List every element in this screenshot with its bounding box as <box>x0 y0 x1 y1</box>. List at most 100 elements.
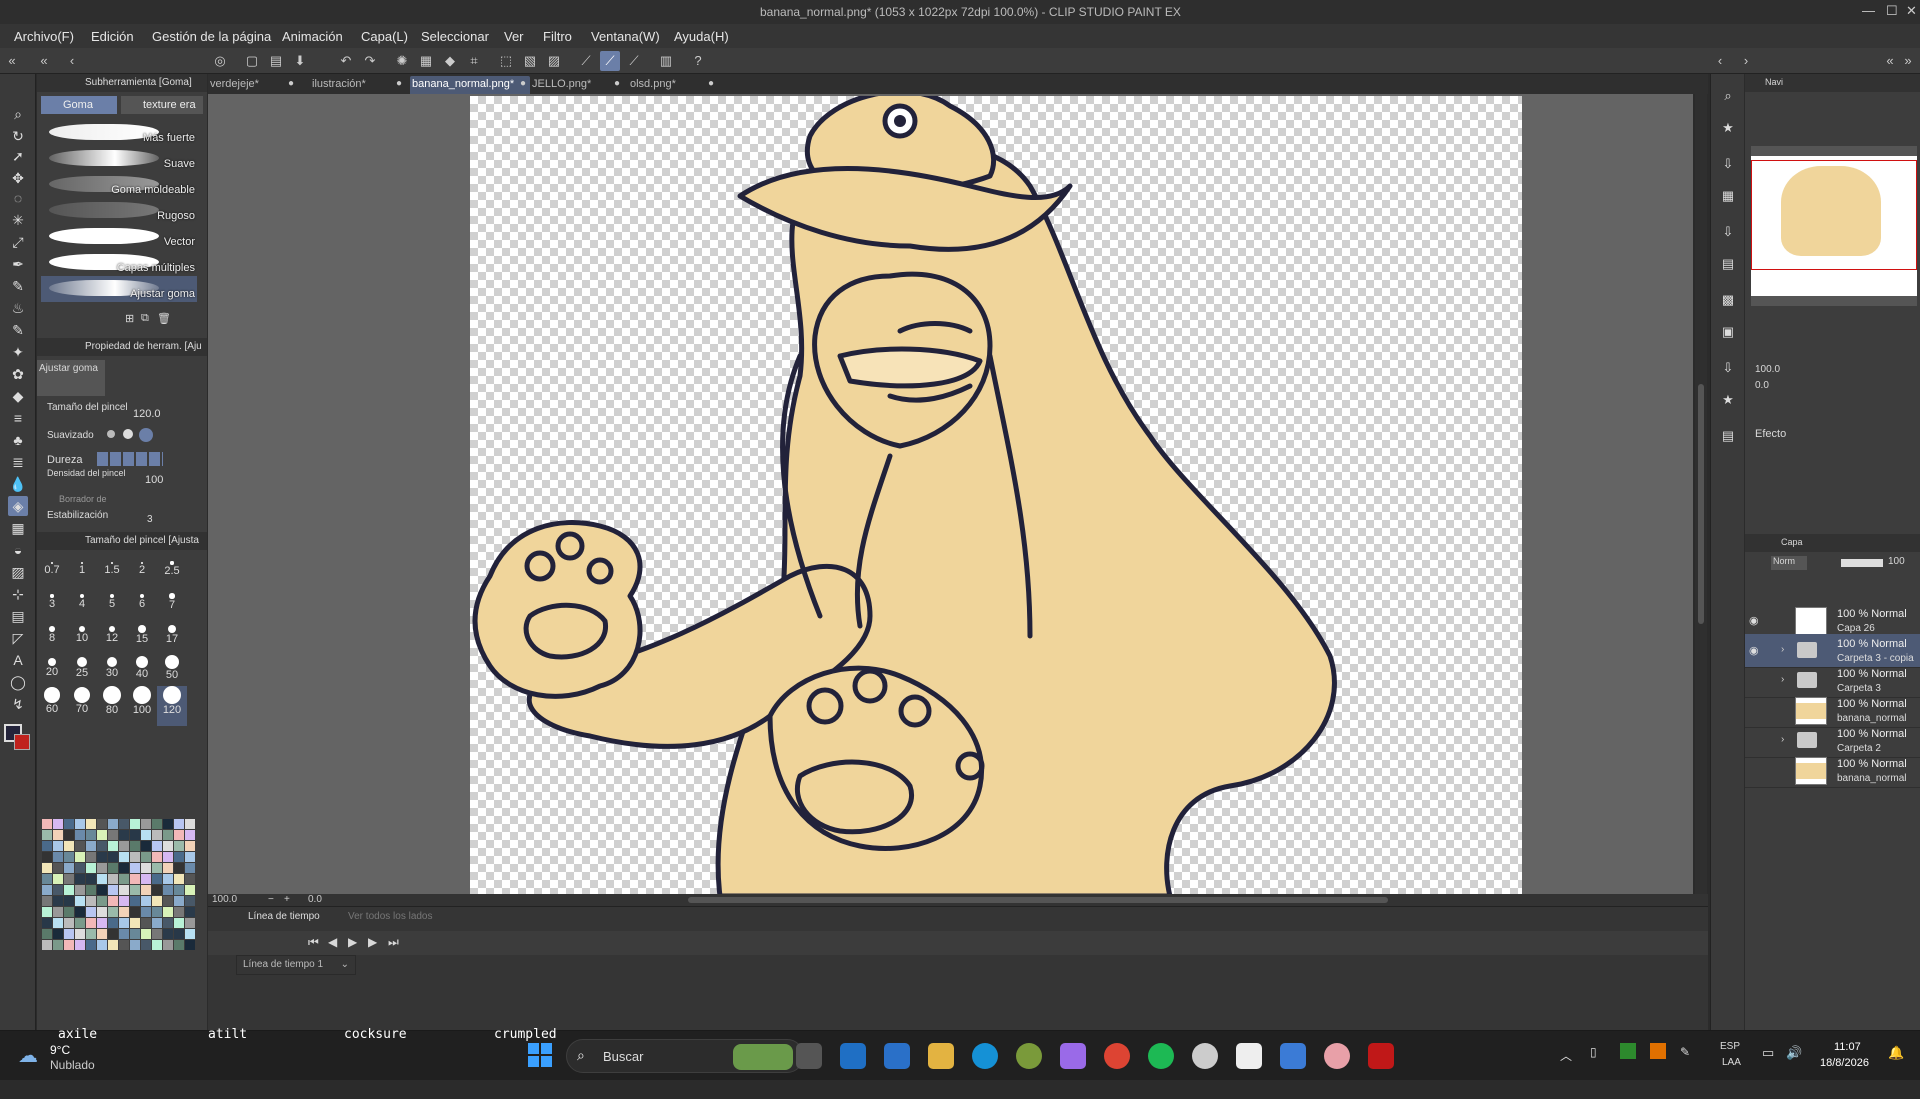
play-first-icon[interactable]: ⏮ <box>308 935 319 950</box>
weather-cloud-icon[interactable]: ☁ <box>18 1043 38 1068</box>
color-swatch[interactable] <box>141 863 151 873</box>
color-swatch[interactable] <box>141 918 151 928</box>
color-swatch[interactable] <box>163 874 173 884</box>
task-view-icon[interactable] <box>796 1043 822 1069</box>
monitor-icon[interactable]: ▭ <box>1762 1045 1774 1061</box>
color-swatch[interactable] <box>119 841 129 851</box>
material-fav-icon[interactable]: ★ <box>1718 390 1738 410</box>
color-swatch[interactable] <box>130 852 140 862</box>
color-swatch[interactable] <box>108 819 118 829</box>
decoration-tool-icon[interactable]: ✦ <box>8 342 28 362</box>
zoom-in-icon[interactable]: + <box>284 894 290 905</box>
color-swatch[interactable] <box>53 940 63 950</box>
spotify-icon[interactable] <box>1148 1043 1174 1069</box>
invert-selection-icon[interactable]: ▧ <box>520 51 540 71</box>
color-swatch[interactable] <box>97 918 107 928</box>
color-swatch[interactable] <box>163 940 173 950</box>
navigator-preview[interactable] <box>1751 146 1917 306</box>
color-swatch[interactable] <box>108 896 118 906</box>
menu-ver[interactable]: Ver <box>504 29 524 44</box>
expand-right-icon[interactable]: › <box>1736 51 1756 71</box>
color-swatch[interactable] <box>86 819 96 829</box>
clock-date[interactable]: 18/8/2026 <box>1820 1057 1869 1069</box>
color-swatch[interactable] <box>53 874 63 884</box>
correct-line-icon[interactable]: ↯ <box>8 694 28 714</box>
color-swatch[interactable] <box>185 907 195 917</box>
color-swatch[interactable] <box>42 940 52 950</box>
color-swatch[interactable] <box>130 940 140 950</box>
zoom-tool-icon[interactable]: ⌕ <box>8 104 28 124</box>
brush-tool-icon[interactable]: ♨ <box>8 298 28 318</box>
color-swatch[interactable] <box>152 896 162 906</box>
layer-visibility-icon[interactable]: ◉ <box>1749 644 1763 658</box>
color-swatch[interactable] <box>152 907 162 917</box>
color-swatch[interactable] <box>119 863 129 873</box>
opacity-value[interactable]: 100 <box>1888 556 1905 567</box>
eraser-tool-icon[interactable]: ◈ <box>8 496 28 516</box>
color-swatch[interactable] <box>152 874 162 884</box>
color-swatch[interactable] <box>119 852 129 862</box>
color-swatch[interactable] <box>141 896 151 906</box>
color-swatch[interactable] <box>53 929 63 939</box>
gradient-tool-icon[interactable]: ≡ <box>8 408 28 428</box>
save-icon[interactable]: ⬇ <box>290 51 310 71</box>
color-swatch[interactable] <box>152 852 162 862</box>
stabilization-value[interactable]: 3 <box>147 514 153 525</box>
color-swatch[interactable] <box>53 819 63 829</box>
layer-row[interactable]: › 100 % Normal Carpeta 2 <box>1745 724 1920 758</box>
snap-ruler-icon[interactable]: ⟋ <box>600 51 620 71</box>
effect-tool-icon[interactable]: ✿ <box>8 364 28 384</box>
new-file-icon[interactable]: ▢ <box>242 51 262 71</box>
tray-usb-icon[interactable]: ▯ <box>1590 1045 1597 1059</box>
material-save-icon[interactable]: ⇩ <box>1718 222 1738 242</box>
color-swatch[interactable] <box>163 885 173 895</box>
color-swatch[interactable] <box>53 863 63 873</box>
color-swatch[interactable] <box>141 830 151 840</box>
color-swatch[interactable] <box>42 852 52 862</box>
color-swatch[interactable] <box>174 929 184 939</box>
color-swatch[interactable] <box>64 852 74 862</box>
color-swatch[interactable] <box>97 863 107 873</box>
delete-subtool-icon[interactable]: 🗑 <box>157 312 171 325</box>
color-swatch[interactable] <box>119 885 129 895</box>
color-swatch[interactable] <box>42 830 52 840</box>
brush-size-option[interactable]: 70 <box>67 686 97 726</box>
brush-size-option[interactable]: 120 <box>157 686 187 726</box>
hatch-tool-icon[interactable]: ≣ <box>8 452 28 472</box>
undo-icon[interactable]: ↶ <box>336 51 356 71</box>
color-swatch[interactable] <box>108 918 118 928</box>
layer-row[interactable]: ◉ 100 % Normal Capa 26 <box>1745 604 1920 638</box>
weather-temp[interactable]: 9°C <box>50 1043 70 1057</box>
menu-seleccionar[interactable]: Seleccionar <box>421 29 489 44</box>
color-swatch[interactable] <box>130 819 140 829</box>
timeline-tab-all-sides[interactable]: Ver todos los lados <box>348 911 433 927</box>
snap-special-icon[interactable]: ⟋ <box>624 51 644 71</box>
color-swatch[interactable] <box>119 896 129 906</box>
color-swatch[interactable] <box>97 874 107 884</box>
chrome-icon[interactable] <box>1104 1043 1130 1069</box>
color-swatch[interactable] <box>64 896 74 906</box>
color-swatch[interactable] <box>185 841 195 851</box>
tab-ilustracion[interactable]: ilustración* ● <box>310 76 406 94</box>
color-swatch[interactable] <box>64 830 74 840</box>
brush-size-option[interactable]: 100 <box>127 686 157 726</box>
search-icon[interactable]: ⌕ <box>1718 86 1738 106</box>
color-swatch[interactable] <box>64 918 74 928</box>
color-swatch[interactable] <box>163 819 173 829</box>
color-swatch[interactable] <box>53 885 63 895</box>
color-swatch[interactable] <box>130 896 140 906</box>
color-swatch[interactable] <box>97 819 107 829</box>
color-swatch[interactable] <box>152 819 162 829</box>
color-swatch[interactable] <box>42 907 52 917</box>
start-button[interactable] <box>528 1043 552 1067</box>
layer-row[interactable]: 100 % Normal banana_normal <box>1745 754 1920 788</box>
color-swatch[interactable] <box>97 896 107 906</box>
color-swatch[interactable] <box>152 841 162 851</box>
color-swatch[interactable] <box>86 874 96 884</box>
material-image-icon[interactable]: ▣ <box>1718 322 1738 342</box>
tray-app-icon[interactable] <box>1650 1043 1666 1059</box>
color-swatch[interactable] <box>174 819 184 829</box>
layer-row[interactable]: ◉ › 100 % Normal Carpeta 3 - copia <box>1745 634 1920 668</box>
color-swatch[interactable] <box>119 830 129 840</box>
menu-archivo[interactable]: Archivo(F) <box>14 29 74 44</box>
